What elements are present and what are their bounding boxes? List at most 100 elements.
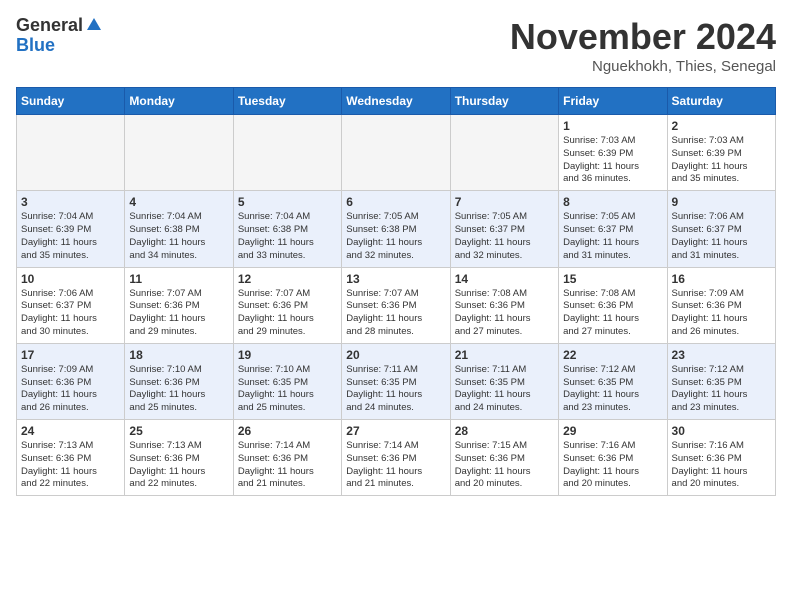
day-info: Sunrise: 7:16 AM Sunset: 6:36 PM Dayligh…: [672, 440, 771, 491]
logo-general: General: [16, 16, 83, 36]
weekday-header: Tuesday: [233, 88, 341, 115]
weekday-header: Monday: [125, 88, 233, 115]
calendar-cell: 11 Sunrise: 7:07 AM Sunset: 6:36 PM Dayli…: [125, 267, 233, 343]
day-info: Sunrise: 7:11 AM Sunset: 6:35 PM Dayligh…: [346, 364, 445, 415]
day-info: Sunrise: 7:08 AM Sunset: 6:36 PM Dayligh…: [455, 288, 554, 339]
calendar-week-row: 1Sunrise: 7:03 AM Sunset: 6:39 PM Daylig…: [17, 115, 776, 191]
page-header: General Blue November 2024 Nguekhokh, Th…: [16, 16, 776, 75]
calendar-cell: 19 Sunrise: 7:10 AM Sunset: 6:35 PM Dayli…: [233, 343, 341, 419]
day-info: Sunrise: 7:16 AM Sunset: 6:36 PM Dayligh…: [563, 440, 662, 491]
day-info: Sunrise: 7:13 AM Sunset: 6:36 PM Dayligh…: [21, 440, 120, 491]
calendar-cell: 8 Sunrise: 7:05 AM Sunset: 6:37 PM Daylig…: [559, 191, 667, 267]
day-number: 13: [346, 272, 445, 286]
day-info: Sunrise: 7:04 AM Sunset: 6:38 PM Dayligh…: [129, 211, 228, 262]
day-info: Sunrise: 7:12 AM Sunset: 6:35 PM Dayligh…: [563, 364, 662, 415]
day-number: 28: [455, 424, 554, 438]
calendar-cell: 10 Sunrise: 7:06 AM Sunset: 6:37 PM Dayli…: [17, 267, 125, 343]
day-info: Sunrise: 7:04 AM Sunset: 6:39 PM Dayligh…: [21, 211, 120, 262]
day-number: 9: [672, 195, 771, 209]
calendar-cell: 28 Sunrise: 7:15 AM Sunset: 6:36 PM Dayli…: [450, 420, 558, 496]
calendar-cell: [233, 115, 341, 191]
day-number: 5: [238, 195, 337, 209]
day-number: 24: [21, 424, 120, 438]
calendar-cell: 7 Sunrise: 7:05 AM Sunset: 6:37 PM Daylig…: [450, 191, 558, 267]
day-info: Sunrise: 7:06 AM Sunset: 6:37 PM Dayligh…: [21, 288, 120, 339]
day-info: Sunrise: 7:10 AM Sunset: 6:36 PM Dayligh…: [129, 364, 228, 415]
day-info: Sunrise: 7:05 AM Sunset: 6:38 PM Dayligh…: [346, 211, 445, 262]
calendar-cell: [450, 115, 558, 191]
day-number: 6: [346, 195, 445, 209]
day-number: 21: [455, 348, 554, 362]
day-number: 3: [21, 195, 120, 209]
calendar-week-row: 24 Sunrise: 7:13 AM Sunset: 6:36 PM Dayli…: [17, 420, 776, 496]
weekday-header: Saturday: [667, 88, 775, 115]
calendar-cell: 17 Sunrise: 7:09 AM Sunset: 6:36 PM Dayli…: [17, 343, 125, 419]
calendar-cell: 22Sunrise: 7:12 AM Sunset: 6:35 PM Dayli…: [559, 343, 667, 419]
day-number: 19: [238, 348, 337, 362]
calendar-week-row: 17 Sunrise: 7:09 AM Sunset: 6:36 PM Dayli…: [17, 343, 776, 419]
day-info: Sunrise: 7:06 AM Sunset: 6:37 PM Dayligh…: [672, 211, 771, 262]
calendar-cell: 16 Sunrise: 7:09 AM Sunset: 6:36 PM Dayli…: [667, 267, 775, 343]
day-info: Sunrise: 7:15 AM Sunset: 6:36 PM Dayligh…: [455, 440, 554, 491]
day-info: Sunrise: 7:08 AM Sunset: 6:36 PM Dayligh…: [563, 288, 662, 339]
calendar-cell: 18Sunrise: 7:10 AM Sunset: 6:36 PM Dayli…: [125, 343, 233, 419]
calendar-cell: 4 Sunrise: 7:04 AM Sunset: 6:38 PM Daylig…: [125, 191, 233, 267]
day-number: 20: [346, 348, 445, 362]
day-number: 17: [21, 348, 120, 362]
calendar-week-row: 3 Sunrise: 7:04 AM Sunset: 6:39 PM Daylig…: [17, 191, 776, 267]
day-info: Sunrise: 7:05 AM Sunset: 6:37 PM Dayligh…: [455, 211, 554, 262]
calendar-cell: 3 Sunrise: 7:04 AM Sunset: 6:39 PM Daylig…: [17, 191, 125, 267]
day-info: Sunrise: 7:03 AM Sunset: 6:39 PM Dayligh…: [563, 135, 662, 186]
day-info: Sunrise: 7:14 AM Sunset: 6:36 PM Dayligh…: [238, 440, 337, 491]
location: Nguekhokh, Thies, Senegal: [510, 58, 776, 75]
day-number: 26: [238, 424, 337, 438]
weekday-header: Friday: [559, 88, 667, 115]
day-info: Sunrise: 7:09 AM Sunset: 6:36 PM Dayligh…: [672, 288, 771, 339]
day-number: 11: [129, 272, 228, 286]
day-number: 25: [129, 424, 228, 438]
day-info: Sunrise: 7:05 AM Sunset: 6:37 PM Dayligh…: [563, 211, 662, 262]
day-info: Sunrise: 7:11 AM Sunset: 6:35 PM Dayligh…: [455, 364, 554, 415]
day-info: Sunrise: 7:14 AM Sunset: 6:36 PM Dayligh…: [346, 440, 445, 491]
day-info: Sunrise: 7:07 AM Sunset: 6:36 PM Dayligh…: [346, 288, 445, 339]
day-number: 29: [563, 424, 662, 438]
weekday-header-row: SundayMondayTuesdayWednesdayThursdayFrid…: [17, 88, 776, 115]
calendar-cell: 24 Sunrise: 7:13 AM Sunset: 6:36 PM Dayli…: [17, 420, 125, 496]
day-number: 8: [563, 195, 662, 209]
calendar-cell: 23 Sunrise: 7:12 AM Sunset: 6:35 PM Dayli…: [667, 343, 775, 419]
calendar-cell: 20 Sunrise: 7:11 AM Sunset: 6:35 PM Dayli…: [342, 343, 450, 419]
calendar-cell: 1Sunrise: 7:03 AM Sunset: 6:39 PM Daylig…: [559, 115, 667, 191]
calendar-cell: 2Sunrise: 7:03 AM Sunset: 6:39 PM Daylig…: [667, 115, 775, 191]
calendar-cell: [17, 115, 125, 191]
day-info: Sunrise: 7:13 AM Sunset: 6:36 PM Dayligh…: [129, 440, 228, 491]
calendar-cell: 5Sunrise: 7:04 AM Sunset: 6:38 PM Daylig…: [233, 191, 341, 267]
calendar-cell: [342, 115, 450, 191]
calendar-cell: 13 Sunrise: 7:07 AM Sunset: 6:36 PM Dayli…: [342, 267, 450, 343]
day-number: 15: [563, 272, 662, 286]
day-info: Sunrise: 7:10 AM Sunset: 6:35 PM Dayligh…: [238, 364, 337, 415]
day-number: 27: [346, 424, 445, 438]
calendar-cell: 27 Sunrise: 7:14 AM Sunset: 6:36 PM Dayli…: [342, 420, 450, 496]
logo-icon: [85, 16, 103, 34]
day-number: 2: [672, 119, 771, 133]
month-title: November 2024: [510, 16, 776, 58]
day-number: 12: [238, 272, 337, 286]
day-number: 16: [672, 272, 771, 286]
calendar-cell: 15 Sunrise: 7:08 AM Sunset: 6:36 PM Dayli…: [559, 267, 667, 343]
day-number: 30: [672, 424, 771, 438]
logo-blue: Blue: [16, 36, 103, 56]
day-number: 4: [129, 195, 228, 209]
day-info: Sunrise: 7:07 AM Sunset: 6:36 PM Dayligh…: [129, 288, 228, 339]
calendar-cell: 26 Sunrise: 7:14 AM Sunset: 6:36 PM Dayli…: [233, 420, 341, 496]
day-number: 10: [21, 272, 120, 286]
day-number: 23: [672, 348, 771, 362]
day-info: Sunrise: 7:07 AM Sunset: 6:36 PM Dayligh…: [238, 288, 337, 339]
weekday-header: Wednesday: [342, 88, 450, 115]
calendar-cell: 29 Sunrise: 7:16 AM Sunset: 6:36 PM Dayli…: [559, 420, 667, 496]
day-number: 7: [455, 195, 554, 209]
calendar-cell: [125, 115, 233, 191]
day-info: Sunrise: 7:12 AM Sunset: 6:35 PM Dayligh…: [672, 364, 771, 415]
calendar-week-row: 10 Sunrise: 7:06 AM Sunset: 6:37 PM Dayli…: [17, 267, 776, 343]
calendar: SundayMondayTuesdayWednesdayThursdayFrid…: [16, 87, 776, 496]
day-info: Sunrise: 7:09 AM Sunset: 6:36 PM Dayligh…: [21, 364, 120, 415]
